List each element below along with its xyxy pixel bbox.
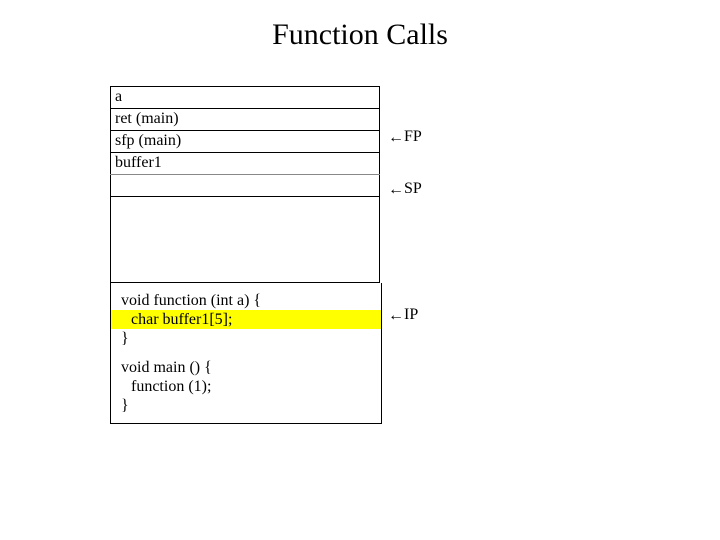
- left-arrow-icon: ←: [388, 181, 404, 199]
- code-line-buffer: char buffer1[5];: [111, 310, 381, 329]
- code-line-call: function (1);: [111, 377, 381, 396]
- stack-row-ret: ret (main): [111, 109, 380, 131]
- stack-row-a: a: [111, 87, 380, 109]
- stack-row-buffer: buffer1: [111, 153, 380, 175]
- code-box: void function (int a) { char buffer1[5];…: [110, 283, 382, 424]
- code-line-fn-end: }: [111, 329, 381, 348]
- pointer-fp: ←FP: [388, 128, 422, 146]
- stack-row-blank: [111, 175, 380, 197]
- code-line-main-end: }: [111, 396, 381, 415]
- pointer-sp: ←SP: [388, 180, 422, 198]
- stack-cell: a: [111, 87, 380, 109]
- stack-table: a ret (main) sfp (main) buffer1: [110, 86, 380, 283]
- pointer-label: SP: [404, 180, 422, 197]
- stack-row-sfp: sfp (main): [111, 131, 380, 153]
- stack-row-gap: [111, 197, 380, 283]
- code-line-fn-decl: void function (int a) {: [111, 291, 381, 310]
- stack-cell: ret (main): [111, 109, 380, 131]
- pointer-label: IP: [404, 306, 418, 323]
- code-line-main-decl: void main () {: [111, 358, 381, 377]
- stack-cell: [111, 197, 380, 283]
- page-title: Function Calls: [0, 18, 720, 52]
- left-arrow-icon: ←: [388, 129, 404, 147]
- stack-cell: buffer1: [111, 153, 380, 175]
- pointer-ip: ←IP: [388, 306, 418, 324]
- left-arrow-icon: ←: [388, 307, 404, 325]
- stack-cell: [111, 175, 380, 197]
- pointer-label: FP: [404, 128, 422, 145]
- stack-cell: sfp (main): [111, 131, 380, 153]
